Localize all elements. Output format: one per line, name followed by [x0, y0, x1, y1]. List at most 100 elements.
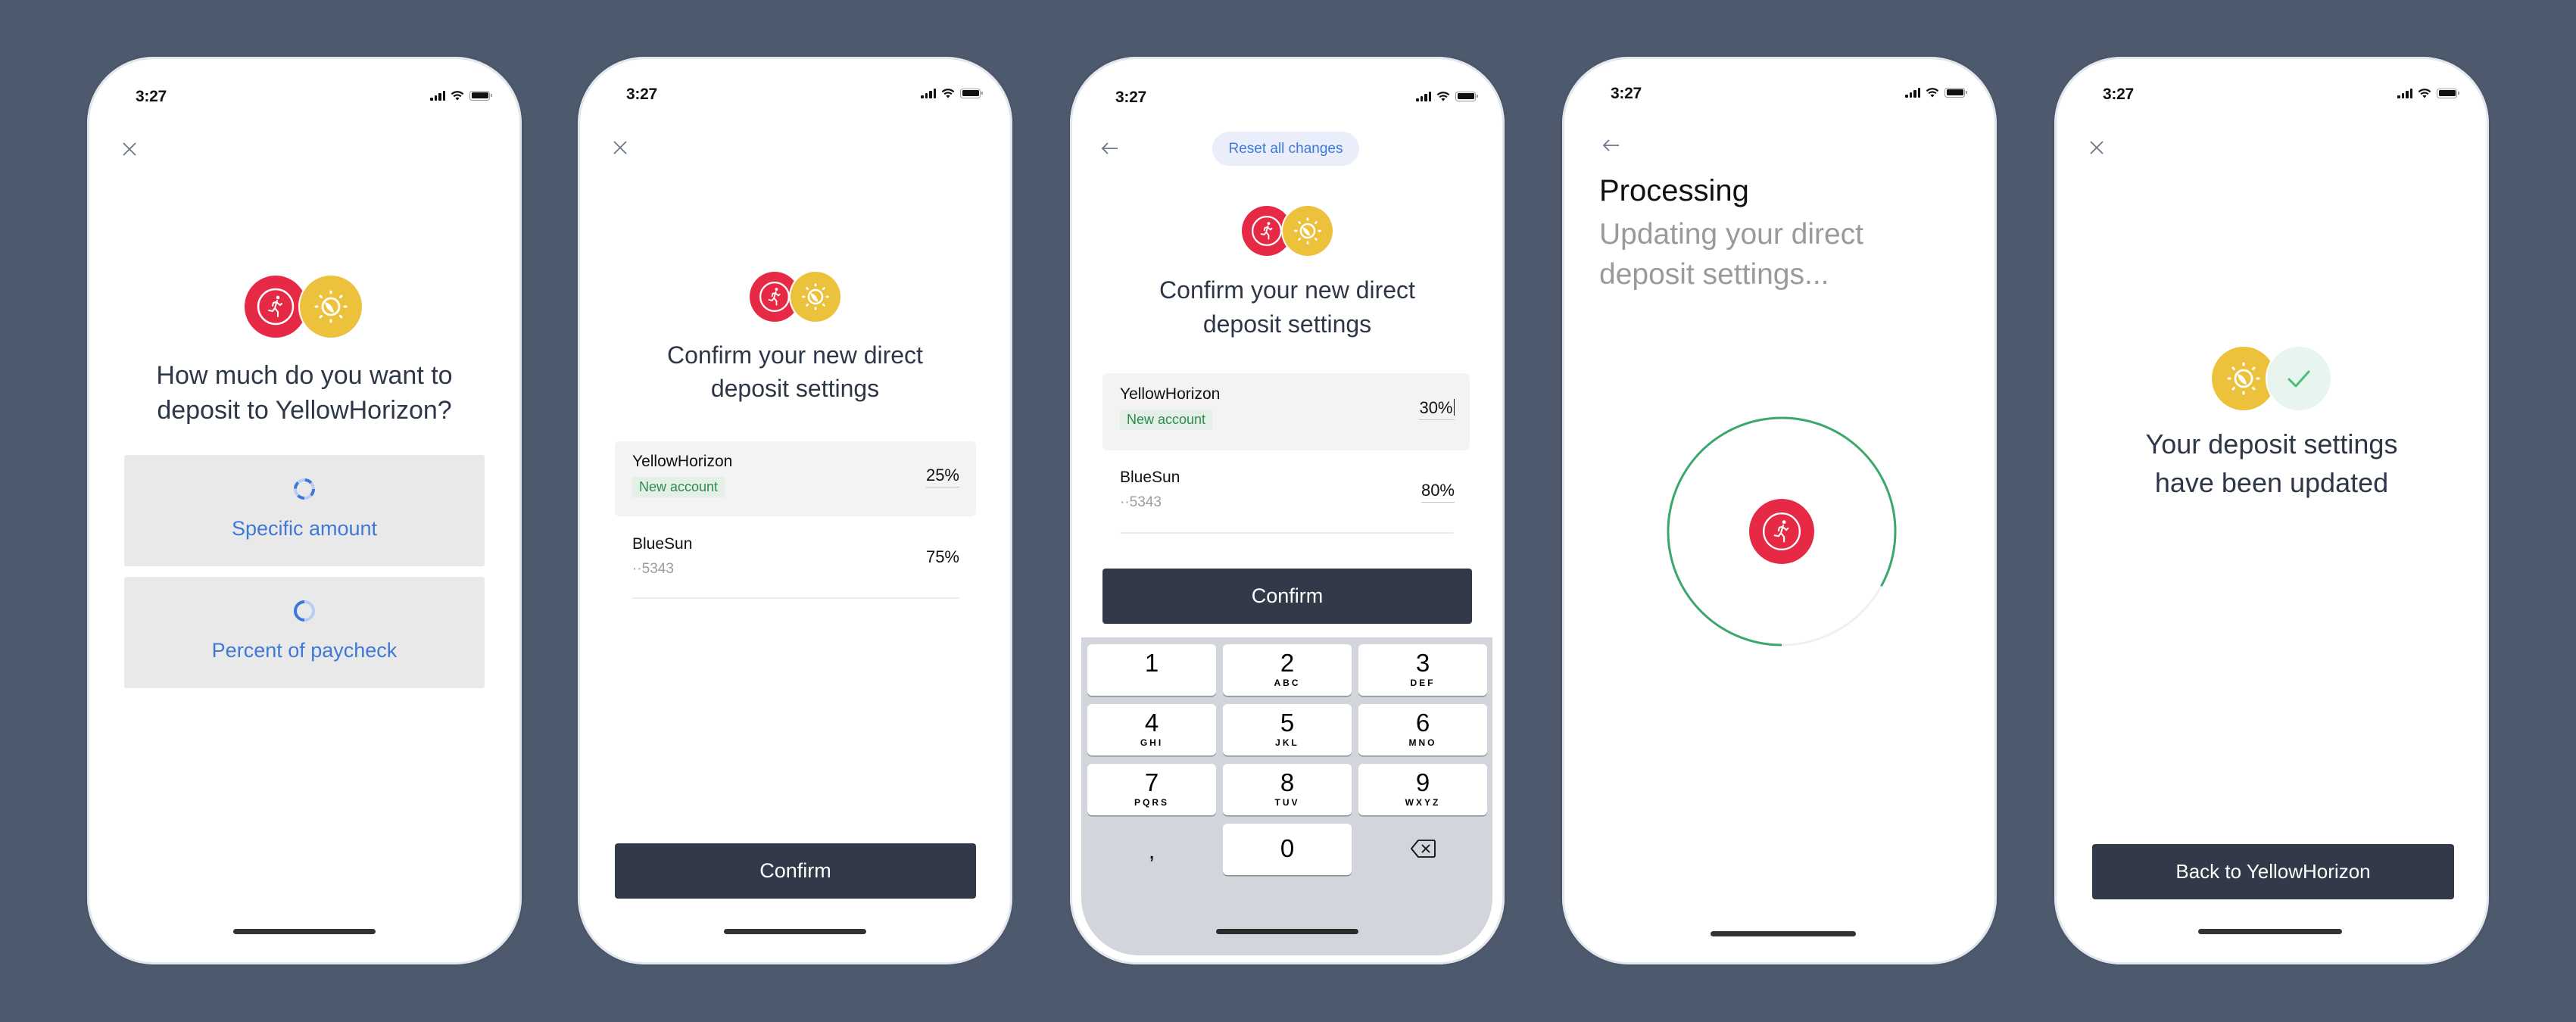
processing-title: Processing	[1599, 174, 1749, 207]
key-letters: TUV	[1274, 797, 1300, 808]
screen-deposit-amount-choice: 3:27 How much do you want to deposit to …	[87, 57, 522, 964]
key-letters: PQRS	[1134, 797, 1169, 808]
key-4[interactable]: 4 GHI	[1087, 704, 1216, 756]
cellular-signal-icon	[2397, 88, 2412, 98]
key-letters: MNO	[1408, 737, 1437, 748]
key-digit: 3	[1415, 649, 1430, 677]
percent-field[interactable]: 25%	[925, 466, 959, 488]
sun-leaf-icon	[791, 272, 840, 322]
page-title: Confirm your new direct deposit settings	[578, 338, 1012, 405]
backspace-icon	[1411, 840, 1436, 858]
key-letters: GHI	[1140, 737, 1164, 748]
status-icons	[430, 90, 492, 101]
key-3[interactable]: 3 DEF	[1358, 644, 1487, 696]
title-line: have been updated	[2154, 467, 2389, 498]
key-8[interactable]: 8 TUV	[1223, 764, 1352, 815]
running-person-icon	[245, 276, 307, 338]
sun-leaf-icon	[2212, 347, 2275, 410]
close-icon[interactable]	[119, 139, 140, 160]
screen-confirm-settings: 3:27 Confirm your new direct deposit set…	[578, 57, 1012, 964]
key-letters: ABC	[1274, 678, 1301, 688]
confirm-button[interactable]: Confirm	[1102, 569, 1472, 624]
percent-input[interactable]: 80%	[1421, 481, 1455, 503]
key-digit: ,	[1148, 839, 1155, 864]
divider	[1120, 532, 1453, 534]
account-row-yellowhorizon[interactable]: YellowHorizon New account 30%	[1102, 373, 1470, 450]
home-indicator	[1216, 929, 1358, 934]
divider	[632, 597, 959, 599]
page-title: How much do you want to deposit to Yello…	[87, 358, 522, 428]
key-digit: 8	[1280, 768, 1295, 796]
key-1[interactable]: 1	[1087, 644, 1216, 696]
status-time: 3:27	[1611, 85, 1642, 102]
account-row-yellowhorizon[interactable]: YellowHorizon New account 25%	[615, 441, 976, 516]
key-6[interactable]: 6 MNO	[1358, 704, 1487, 756]
home-indicator	[1711, 931, 1856, 936]
key-7[interactable]: 7 PQRS	[1087, 764, 1216, 815]
back-to-yellowhorizon-button[interactable]: Back to YellowHorizon	[2092, 844, 2454, 899]
key-digit: 6	[1415, 709, 1430, 737]
numeric-keypad: 1 2 ABC 3 DEF 4 GHI 5 JKL 6 MNO 7 PQRS 8 TUV 9 WXYZ, 0	[1081, 637, 1492, 955]
title-line: deposit settings	[710, 375, 880, 402]
account-mask: ··5343	[1120, 494, 1162, 510]
running-person-icon	[1749, 499, 1814, 564]
comma-key[interactable]: ,	[1087, 824, 1216, 875]
title-line: Your deposit settings	[2145, 428, 2398, 460]
key-letters: WXYZ	[1405, 797, 1441, 808]
account-row-bluesun[interactable]: BlueSun ··5343 80%	[1102, 453, 1470, 529]
status-time: 3:27	[1115, 89, 1146, 106]
key-5[interactable]: 5 JKL	[1223, 704, 1352, 756]
checkmark-icon	[2267, 347, 2331, 410]
home-indicator	[2198, 929, 2342, 934]
cellular-signal-icon	[1416, 91, 1431, 101]
key-2[interactable]: 2 ABC	[1223, 644, 1352, 696]
account-mask: ··5343	[632, 561, 674, 577]
wifi-icon	[2418, 89, 2431, 98]
wifi-icon	[451, 91, 464, 101]
loading-spinner-icon	[294, 600, 315, 622]
page-title: Your deposit settings have been updated	[2054, 425, 2489, 502]
wifi-icon	[941, 89, 955, 98]
new-account-badge: New account	[1120, 410, 1213, 430]
key-letters: JKL	[1275, 737, 1299, 748]
status-icons	[1905, 87, 1967, 98]
title-line: How much do you want to	[156, 361, 453, 390]
confirm-button[interactable]: Confirm	[615, 843, 976, 899]
option-label: Specific amount	[231, 517, 378, 540]
key-9[interactable]: 9 WXYZ	[1358, 764, 1487, 815]
battery-icon	[2437, 88, 2459, 98]
key-0[interactable]: 0	[1223, 824, 1352, 875]
account-name: BlueSun	[1120, 469, 1180, 486]
status-time: 3:27	[136, 88, 167, 105]
status-time: 3:27	[626, 86, 657, 103]
account-name: YellowHorizon	[1120, 385, 1221, 403]
screen-edit-settings: 3:27 Reset all changes Confirm your new …	[1070, 57, 1505, 964]
wifi-icon	[1926, 88, 1939, 98]
title-line: deposit settings	[1202, 310, 1372, 338]
key-letters: DEF	[1410, 678, 1436, 688]
key-digit: 5	[1280, 709, 1295, 737]
backspace-key[interactable]	[1358, 824, 1487, 875]
reset-all-changes-button[interactable]: Reset all changes	[1212, 132, 1359, 166]
specific-amount-option[interactable]: Specific amount	[124, 455, 485, 566]
percent-field[interactable]: 75%	[926, 547, 959, 569]
sun-leaf-icon	[1283, 206, 1333, 256]
back-arrow-icon[interactable]	[1099, 138, 1121, 159]
percent-input[interactable]: 30%	[1419, 398, 1455, 420]
loading-spinner-icon	[294, 478, 315, 500]
home-indicator	[724, 929, 866, 934]
status-time: 3:27	[2103, 86, 2134, 103]
wifi-icon	[1436, 92, 1450, 101]
account-name: BlueSun	[632, 535, 693, 553]
title-line: Confirm your new direct	[667, 341, 923, 369]
screen-success: 3:27 Your deposit settings have been upd…	[2054, 57, 2489, 964]
screen-processing: 3:27 Processing Updating your direct dep…	[1562, 57, 1997, 964]
percent-of-paycheck-option[interactable]: Percent of paycheck	[124, 577, 485, 688]
close-icon[interactable]	[2086, 137, 2107, 158]
account-row-bluesun[interactable]: BlueSun ··5343 75%	[615, 520, 976, 596]
battery-icon	[960, 88, 983, 98]
key-digit: 4	[1144, 709, 1159, 737]
back-arrow-icon[interactable]	[1601, 135, 1622, 156]
close-icon[interactable]	[610, 137, 631, 158]
cellular-signal-icon	[921, 88, 936, 98]
